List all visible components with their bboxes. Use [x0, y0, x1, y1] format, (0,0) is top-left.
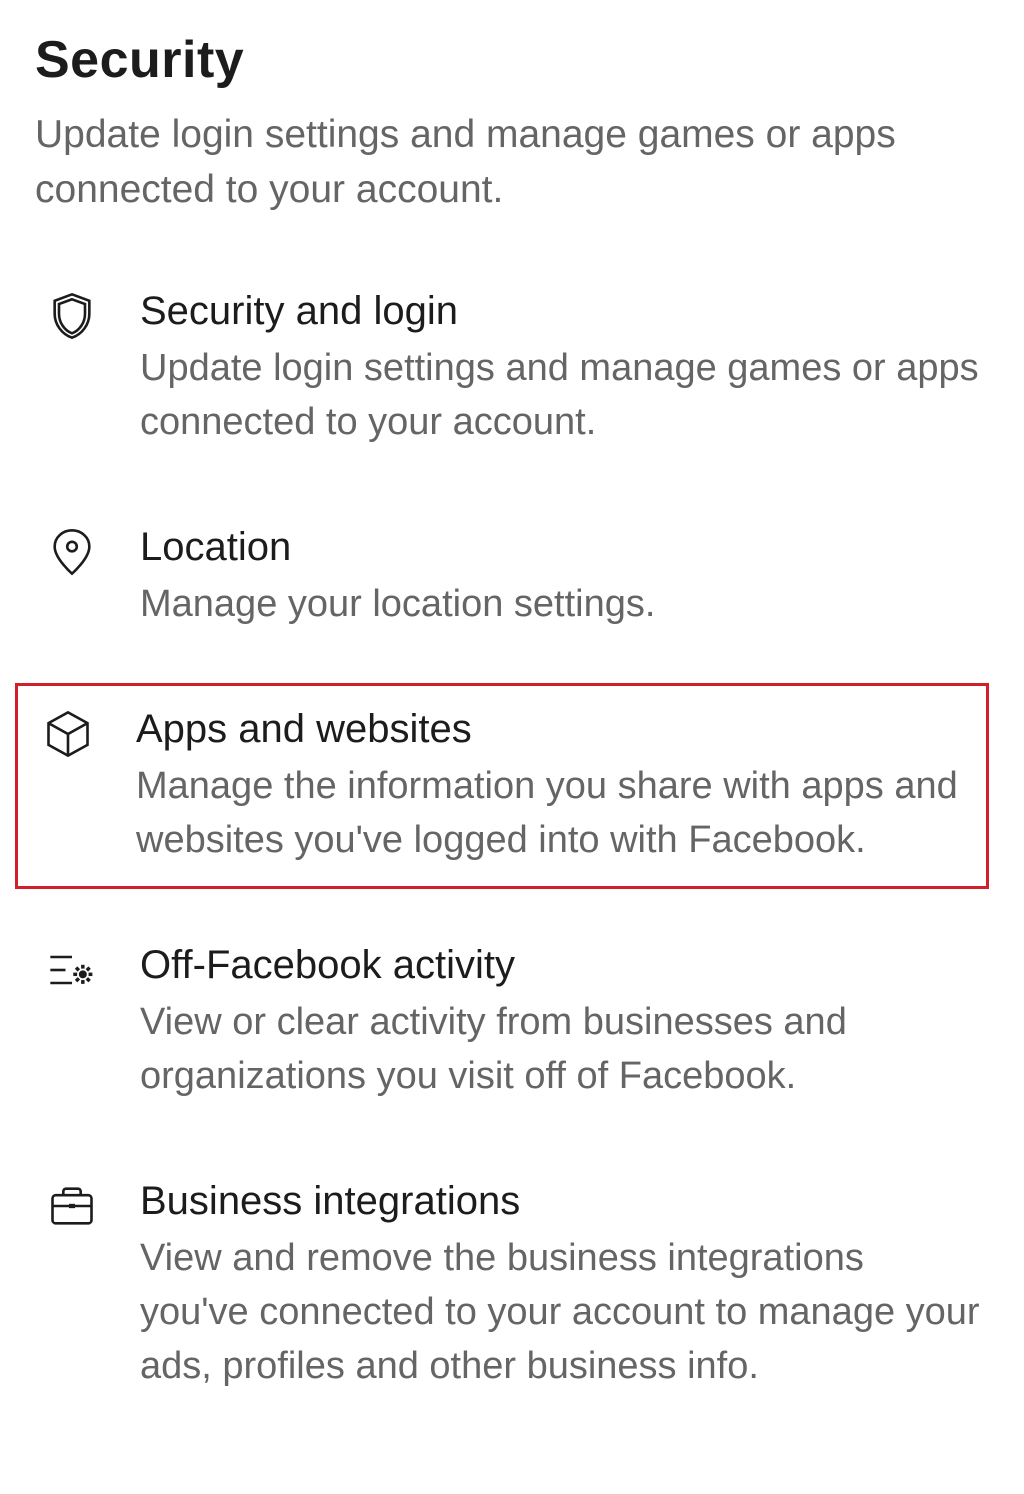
setting-item-title: Business integrations [140, 1176, 982, 1226]
setting-apps-websites[interactable]: Apps and websites Manage the information… [15, 683, 989, 889]
section-title: Security [35, 30, 989, 90]
setting-text: Location Manage your location settings. [140, 522, 982, 632]
setting-item-title: Off-Facebook activity [140, 940, 982, 990]
briefcase-icon [42, 1176, 102, 1232]
setting-text: Security and login Update login settings… [140, 286, 982, 450]
section-subtitle: Update login settings and manage games o… [35, 108, 989, 217]
shield-icon [42, 286, 102, 342]
setting-text: Business integrations View and remove th… [140, 1176, 982, 1394]
activity-gear-icon [42, 940, 102, 996]
location-pin-icon [42, 522, 102, 578]
cube-icon [38, 704, 98, 760]
setting-item-description: Manage the information you share with ap… [136, 760, 976, 868]
setting-item-description: Update login settings and manage games o… [140, 342, 982, 450]
setting-item-description: Manage your location settings. [140, 578, 982, 632]
setting-location[interactable]: Location Manage your location settings. [35, 501, 989, 653]
setting-text: Off-Facebook activity View or clear acti… [140, 940, 982, 1104]
setting-item-title: Location [140, 522, 982, 572]
setting-item-title: Apps and websites [136, 704, 976, 754]
setting-item-description: View or clear activity from businesses a… [140, 996, 982, 1104]
setting-security-login[interactable]: Security and login Update login settings… [35, 265, 989, 471]
settings-list: Security and login Update login settings… [35, 265, 989, 1445]
setting-business-integrations[interactable]: Business integrations View and remove th… [35, 1155, 989, 1415]
setting-item-description: View and remove the business integration… [140, 1232, 982, 1394]
setting-text: Apps and websites Manage the information… [136, 704, 976, 868]
setting-item-title: Security and login [140, 286, 982, 336]
setting-off-facebook-activity[interactable]: Off-Facebook activity View or clear acti… [35, 919, 989, 1125]
